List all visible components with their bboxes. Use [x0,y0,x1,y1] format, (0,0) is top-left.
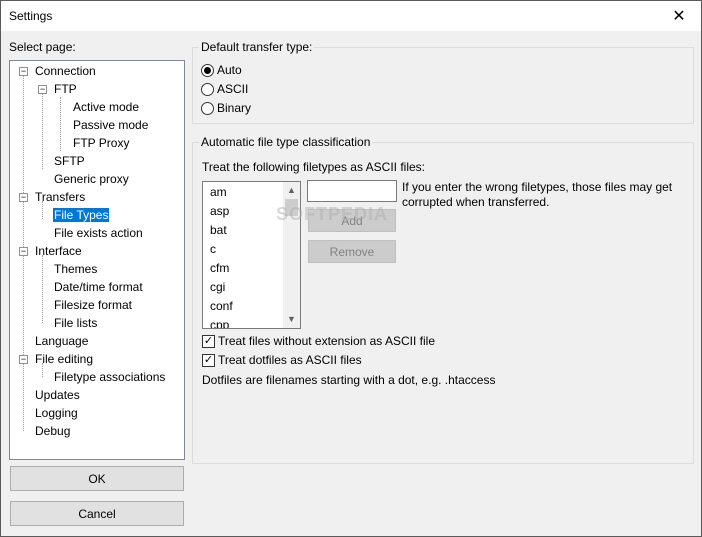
classification-title: Automatic file type classification [199,135,373,149]
close-button[interactable]: ✕ [657,1,701,31]
remove-button[interactable]: Remove [308,240,396,263]
list-item[interactable]: c [210,240,216,259]
tree-item-passive-mode[interactable]: Passive mode [73,116,148,134]
list-item[interactable]: cfm [210,259,229,278]
list-item[interactable]: asp [210,202,229,221]
scroll-up-icon[interactable]: ▲ [283,182,300,199]
list-item[interactable]: cgi [210,278,225,297]
collapse-icon[interactable]: − [38,85,47,94]
settings-window: Settings ✕ Select page: − Connection − F… [0,0,702,537]
tree-connector [42,93,43,169]
checkbox-no-extension[interactable]: ✓ [202,335,215,348]
ok-button[interactable]: OK [10,466,184,491]
list-item[interactable]: cpp [210,316,229,328]
collapse-icon[interactable]: − [19,247,28,256]
radio-auto-label[interactable]: Auto [217,63,242,77]
dotfiles-note: Dotfiles are filenames starting with a d… [202,373,496,387]
checkbox-no-extension-label[interactable]: Treat files without extension as ASCII f… [218,334,435,348]
tree-item-filetype-associations[interactable]: Filetype associations [54,368,165,386]
collapse-icon[interactable]: − [19,193,28,202]
list-item[interactable]: conf [210,297,233,316]
tree-item-logging[interactable]: Logging [35,404,78,422]
tree-item-active-mode[interactable]: Active mode [73,98,139,116]
tree-item-generic-proxy[interactable]: Generic proxy [54,170,129,188]
close-icon: ✕ [672,8,686,25]
tree-item-file-types[interactable]: File Types [53,206,110,224]
collapse-icon[interactable]: − [19,67,28,76]
list-item[interactable]: bat [210,221,227,240]
tree-item-file-lists[interactable]: File lists [54,314,97,332]
transfer-type-group [192,47,694,124]
tree-item-debug[interactable]: Debug [35,422,70,440]
select-page-label: Select page: [9,40,76,54]
radio-auto[interactable] [201,64,214,77]
tree-item-sftp[interactable]: SFTP [54,152,85,170]
radio-binary[interactable] [201,102,214,115]
radio-ascii[interactable] [201,83,214,96]
radio-ascii-label[interactable]: ASCII [217,82,248,96]
cancel-button[interactable]: Cancel [10,501,184,526]
window-title: Settings [9,9,53,23]
scroll-down-icon[interactable]: ▼ [283,311,300,328]
tree-item-themes[interactable]: Themes [54,260,97,278]
checkbox-dotfiles[interactable]: ✓ [202,354,215,367]
checkbox-dotfiles-label[interactable]: Treat dotfiles as ASCII files [218,353,362,367]
tree-item-file-editing[interactable]: File editing [35,350,93,368]
tree-item-updates[interactable]: Updates [35,386,80,404]
list-item[interactable]: am [210,183,227,202]
treat-ascii-label: Treat the following filetypes as ASCII f… [202,160,425,174]
watermark-logo: SOFTPEDIA [276,204,389,224]
wrong-filetype-warning: If you enter the wrong filetypes, those … [402,180,673,209]
tree-item-filesize-format[interactable]: Filesize format [54,296,132,314]
tree-item-ftp[interactable]: FTP [54,80,77,98]
collapse-icon[interactable]: − [19,355,28,364]
title-bar: Settings ✕ [1,1,701,31]
tree-item-file-exists-action[interactable]: File exists action [54,224,143,242]
new-filetype-input[interactable] [307,180,397,202]
tree-item-language[interactable]: Language [35,332,88,350]
transfer-type-title: Default transfer type: [199,40,315,54]
tree-item-date-time-format[interactable]: Date/time format [54,278,143,296]
settings-page-tree[interactable]: − Connection − FTP Active mode Passive m… [9,60,185,460]
radio-binary-label[interactable]: Binary [217,101,251,115]
tree-item-interface[interactable]: Interface [35,242,82,260]
tree-item-ftp-proxy[interactable]: FTP Proxy [73,134,129,152]
tree-connector [60,97,61,151]
tree-connector [42,255,43,323]
tree-item-transfers[interactable]: Transfers [35,188,85,206]
tree-item-connection[interactable]: Connection [35,62,96,80]
